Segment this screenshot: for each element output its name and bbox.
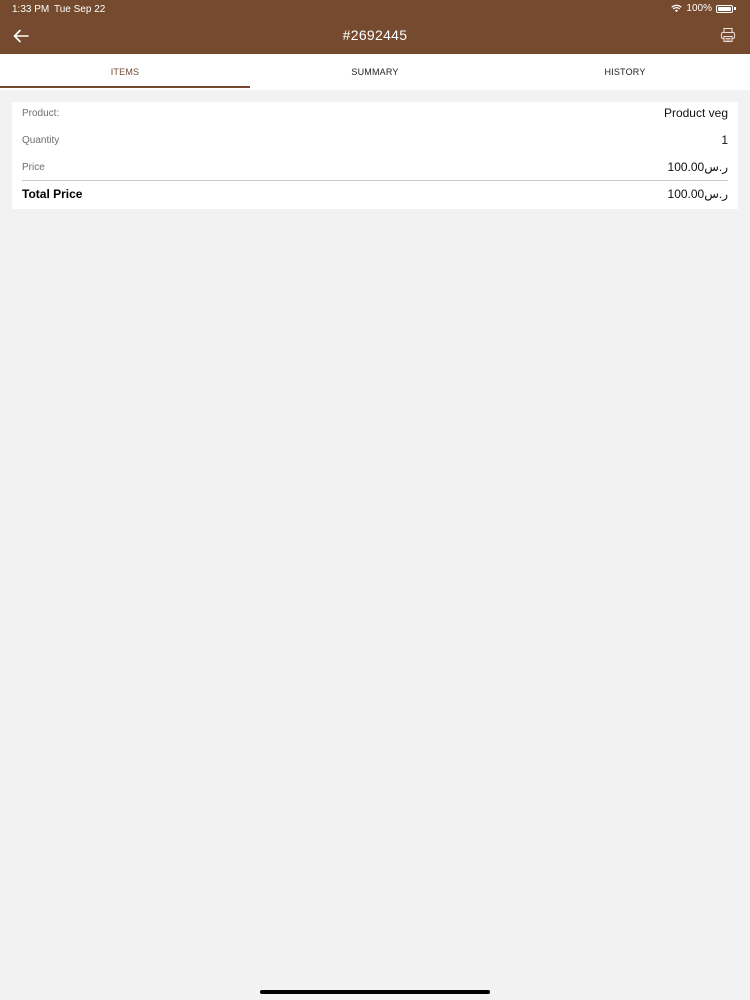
- battery-cap: [734, 7, 736, 10]
- printer-icon: [720, 27, 736, 43]
- product-label: Product:: [22, 107, 60, 119]
- total-row: Total Price 100.00ر.س: [22, 181, 728, 207]
- status-time: 1:33 PM: [12, 4, 50, 15]
- tab-bar: ITEMS SUMMARY HISTORY: [0, 54, 750, 90]
- total-price-value: 100.00ر.س: [667, 187, 728, 201]
- quantity-row: Quantity 1: [22, 127, 728, 153]
- quantity-label: Quantity: [22, 134, 60, 146]
- status-bar: 1:33 PM Tue Sep 22 100%: [0, 0, 750, 18]
- product-row: Product: Product veg: [22, 100, 728, 126]
- home-indicator[interactable]: [260, 990, 490, 994]
- tab-items[interactable]: ITEMS: [0, 54, 250, 90]
- price-label: Price: [22, 161, 45, 173]
- battery-percent: 100%: [686, 3, 712, 14]
- status-indicators: 100%: [671, 3, 736, 14]
- tab-history[interactable]: HISTORY: [500, 54, 750, 90]
- price-row: Price 100.00ر.س: [22, 154, 728, 180]
- print-button[interactable]: [720, 27, 738, 45]
- tab-summary[interactable]: SUMMARY: [250, 54, 500, 90]
- battery-icon: [716, 4, 733, 13]
- app-header: 1:33 PM Tue Sep 22 100% #2692445: [0, 0, 750, 54]
- total-price-label: Total Price: [22, 187, 83, 201]
- price-value: 100.00ر.س: [667, 160, 728, 174]
- order-item-card: Product: Product veg Quantity 1 Price 10…: [12, 102, 738, 209]
- quantity-value: 1: [721, 133, 728, 147]
- status-date: Tue Sep 22: [54, 4, 106, 15]
- product-value: Product veg: [663, 106, 728, 120]
- wifi-icon: [671, 4, 683, 13]
- order-number-title: #2692445: [342, 27, 408, 43]
